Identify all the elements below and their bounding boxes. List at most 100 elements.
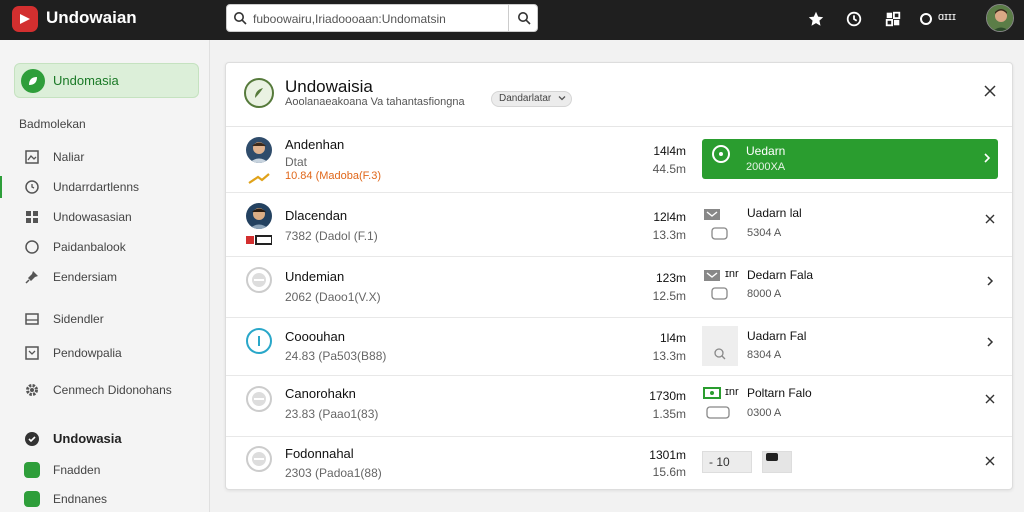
table-row[interactable]: Dlacendan 7382 (Dadol (F.1) 12l4m 13.3m … bbox=[226, 193, 1012, 257]
leaf-icon bbox=[21, 69, 45, 93]
close-icon bbox=[984, 85, 996, 97]
gear-icon bbox=[26, 384, 38, 396]
sidebar-item-label: Sidendler bbox=[53, 312, 104, 326]
action-subtitle: 8304 A bbox=[747, 349, 782, 361]
clock-icon bbox=[25, 180, 39, 194]
grid-icon[interactable] bbox=[883, 9, 903, 29]
sidebar-item[interactable]: Endnanes bbox=[0, 488, 210, 510]
leaf-icon bbox=[24, 491, 40, 507]
row-value-secondary: 13.3m bbox=[652, 228, 686, 242]
row-subtitle: 7382 (Dadol (F.1) bbox=[285, 229, 378, 243]
avatar-placeholder bbox=[246, 446, 272, 472]
row-value-primary: 12l4m bbox=[653, 210, 686, 224]
grid-icon bbox=[26, 211, 38, 223]
badge-icon bbox=[246, 235, 272, 245]
sidebar-item-label: Undomasia bbox=[53, 73, 119, 88]
sidebar-item[interactable]: Cenmech Didonohans bbox=[0, 379, 210, 401]
action-prefix: ɪnr bbox=[725, 386, 739, 398]
page-subtitle: Aoolanaeakoana Va tahantasfiongna bbox=[285, 96, 465, 108]
sidebar-section[interactable]: Undowasia bbox=[24, 428, 210, 450]
dropdown-label: Dandarlatar bbox=[499, 93, 552, 104]
action-title: Poltarn Falo bbox=[747, 386, 812, 400]
chevron-down-icon bbox=[558, 96, 566, 101]
row-subtitle: Dtat bbox=[285, 155, 308, 169]
clock-icon bbox=[712, 145, 730, 163]
sidebar-item[interactable]: Eendersiam bbox=[0, 266, 210, 288]
sidebar-item[interactable]: Pendowpalia bbox=[0, 342, 210, 364]
sidebar-heading: Badmolekan bbox=[19, 117, 86, 131]
sidebar-item[interactable]: Fnadden bbox=[0, 459, 210, 481]
sidebar-item[interactable]: Undarrdartlenns bbox=[0, 176, 210, 198]
search-icon bbox=[714, 348, 726, 360]
sidebar-item-label: Pendowpalia bbox=[53, 346, 122, 360]
row-name: Cooouhan bbox=[285, 329, 345, 344]
action-prefix: ɪnr bbox=[725, 268, 739, 280]
primary-action-button[interactable]: Uedarn 2000XA bbox=[702, 139, 998, 179]
row-value-secondary: 15.6m bbox=[652, 465, 686, 479]
sidebar-item[interactable]: Sidendler bbox=[0, 308, 210, 330]
action-subtitle: 5304 A bbox=[747, 227, 782, 239]
tag-icon bbox=[248, 173, 270, 184]
row-value-primary: 1301m bbox=[649, 448, 686, 462]
page-title: Undowaisia bbox=[285, 77, 373, 96]
search-icon bbox=[234, 12, 247, 25]
action-title: Uadarn lal bbox=[747, 206, 802, 220]
app-logo[interactable] bbox=[12, 6, 38, 32]
row-subtitle: 2303 (Padoa1(88) bbox=[285, 466, 382, 480]
sidebar-item-label: Paidanbalook bbox=[53, 240, 126, 254]
sidebar-item-label: Endnanes bbox=[53, 492, 108, 506]
sidebar-item[interactable]: Paidanbalook bbox=[0, 236, 210, 258]
search-button[interactable] bbox=[508, 5, 538, 31]
table-row[interactable]: Canorohakn 23.83 (Paao1(83) 1730m 1.35m … bbox=[226, 376, 1012, 437]
stepper-toggle[interactable] bbox=[762, 451, 792, 473]
account-label[interactable]: ɑɪɪɪ bbox=[938, 11, 956, 23]
row-subtitle: 2062 (Daoo1(V.X) bbox=[285, 290, 381, 304]
row-tag: 10.84 (Madoba(F.3) bbox=[285, 170, 381, 182]
sidebar-item-label: Undowasasian bbox=[53, 210, 132, 224]
circle-icon bbox=[25, 240, 39, 254]
sidebar-item-label: Fnadden bbox=[53, 463, 101, 477]
action-title: Uadarn Fal bbox=[747, 329, 807, 343]
close-icon[interactable] bbox=[984, 455, 996, 467]
action-subtitle: 8000 A bbox=[747, 288, 782, 300]
search-input[interactable] bbox=[253, 9, 505, 28]
row-name: Canorohakn bbox=[285, 386, 356, 401]
avatar[interactable] bbox=[986, 4, 1014, 32]
table-row[interactable]: Cooouhan 24.83 (Pa503(B88) 1l4m 13.3m Ua… bbox=[226, 318, 1012, 376]
sidebar-item-active[interactable]: Undomasia bbox=[14, 63, 199, 98]
row-value-secondary: 13.3m bbox=[652, 349, 686, 363]
clock-icon[interactable] bbox=[844, 9, 864, 29]
table-row[interactable]: Undemian 2062 (Daoo1(V.X) 123m 12.5m ɪnr… bbox=[226, 257, 1012, 318]
close-icon[interactable] bbox=[984, 213, 996, 225]
row-value-secondary: 12.5m bbox=[652, 289, 686, 303]
chevron-right-icon[interactable] bbox=[984, 275, 996, 287]
close-button[interactable] bbox=[980, 81, 1000, 101]
pin-icon bbox=[25, 271, 38, 284]
chat-icon bbox=[711, 287, 728, 300]
row-value-primary: 1l4m bbox=[659, 331, 686, 345]
search-icon bbox=[517, 12, 531, 25]
filter-dropdown[interactable]: Dandarlatar bbox=[491, 91, 573, 107]
sidebar-item-label: Eendersiam bbox=[53, 270, 118, 284]
chevron-right-icon bbox=[984, 153, 991, 163]
quantity-stepper[interactable]: - 10 bbox=[702, 451, 752, 473]
circle-icon[interactable] bbox=[916, 9, 936, 29]
avatar bbox=[246, 203, 272, 229]
folder-icon bbox=[704, 270, 720, 281]
row-name: Dlacendan bbox=[285, 208, 348, 223]
table-row[interactable]: Fodonnahal 2303 (Padoa1(88) 1301m 15.6m … bbox=[226, 437, 1012, 489]
row-value-primary: 1730m bbox=[649, 389, 686, 403]
star-icon[interactable] bbox=[806, 9, 826, 29]
leaf-icon bbox=[24, 462, 40, 478]
row-name: Undemian bbox=[285, 269, 345, 284]
table-row[interactable]: Andenhan Dtat 10.84 (Madoba(F.3) 14l4m 4… bbox=[226, 127, 1012, 193]
close-icon[interactable] bbox=[984, 393, 996, 405]
chevron-right-icon[interactable] bbox=[984, 336, 996, 348]
chat-icon bbox=[711, 227, 728, 240]
top-bar: Undowaian ɑɪɪɪ bbox=[0, 0, 1024, 40]
search-bar[interactable] bbox=[226, 4, 538, 32]
app-title: Undowaian bbox=[46, 8, 137, 27]
sidebar-item[interactable]: Naliar bbox=[0, 146, 210, 168]
sidebar-item[interactable]: Undowasasian bbox=[0, 206, 210, 228]
action-title: Uedarn bbox=[746, 144, 786, 158]
